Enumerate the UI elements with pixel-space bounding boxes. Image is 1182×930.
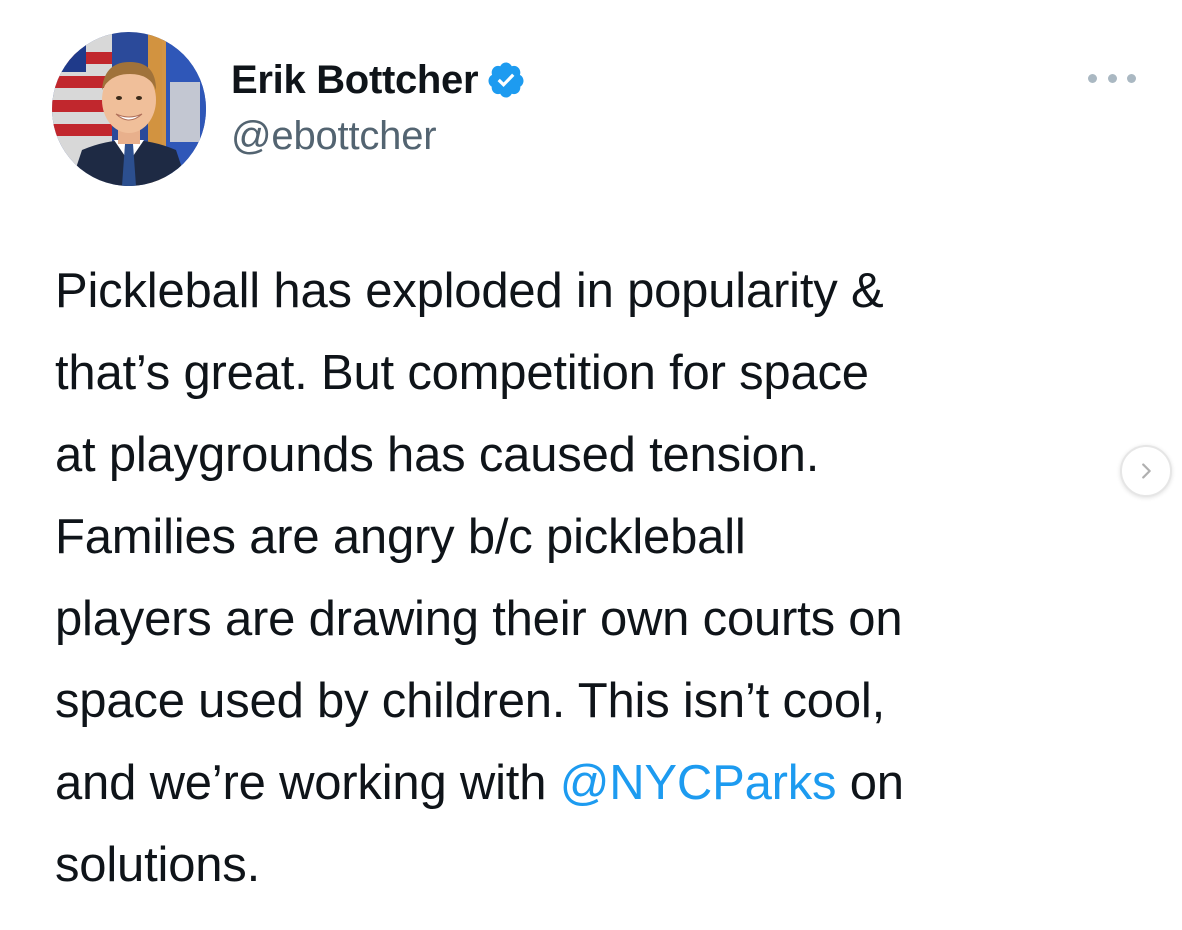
tweet-line: at playgrounds has caused tension. [55, 428, 820, 482]
author-avatar[interactable] [52, 32, 206, 186]
tweet-line: Families are angry b/c pickleball [55, 510, 746, 564]
next-button[interactable] [1120, 445, 1172, 497]
more-dot [1127, 73, 1136, 83]
mention-link[interactable]: @NYCParks [560, 756, 837, 810]
author-name-row: Erik Bottcher [231, 58, 526, 102]
tweet-line: space used by children. This isn’t cool, [55, 674, 885, 728]
tweet-text: Pickleball has exploded in popularity & … [55, 250, 1135, 906]
tweet-line: that’s great. But competition for space [55, 346, 869, 400]
tweet-card: Erik Bottcher @ebottcher Pickleball has … [0, 0, 1182, 930]
more-dot [1088, 73, 1097, 83]
chevron-right-icon [1142, 463, 1151, 479]
author-handle[interactable]: @ebottcher [231, 114, 437, 159]
avatar-photo [52, 32, 206, 186]
tweet-line-text: and we’re working with [55, 756, 560, 810]
tweet-line-with-mention: and we’re working with @NYCParks on [55, 742, 1135, 824]
author-display-name[interactable]: Erik Bottcher [231, 58, 479, 103]
tweet-line: solutions. [55, 838, 261, 892]
more-dot [1107, 73, 1117, 83]
more-options-icon[interactable] [1088, 66, 1136, 90]
tweet-line: players are drawing their own courts on [55, 592, 903, 646]
verified-badge-icon [486, 60, 526, 100]
tweet-line-text: on [836, 756, 904, 810]
tweet-line: Pickleball has exploded in popularity & [55, 264, 884, 318]
